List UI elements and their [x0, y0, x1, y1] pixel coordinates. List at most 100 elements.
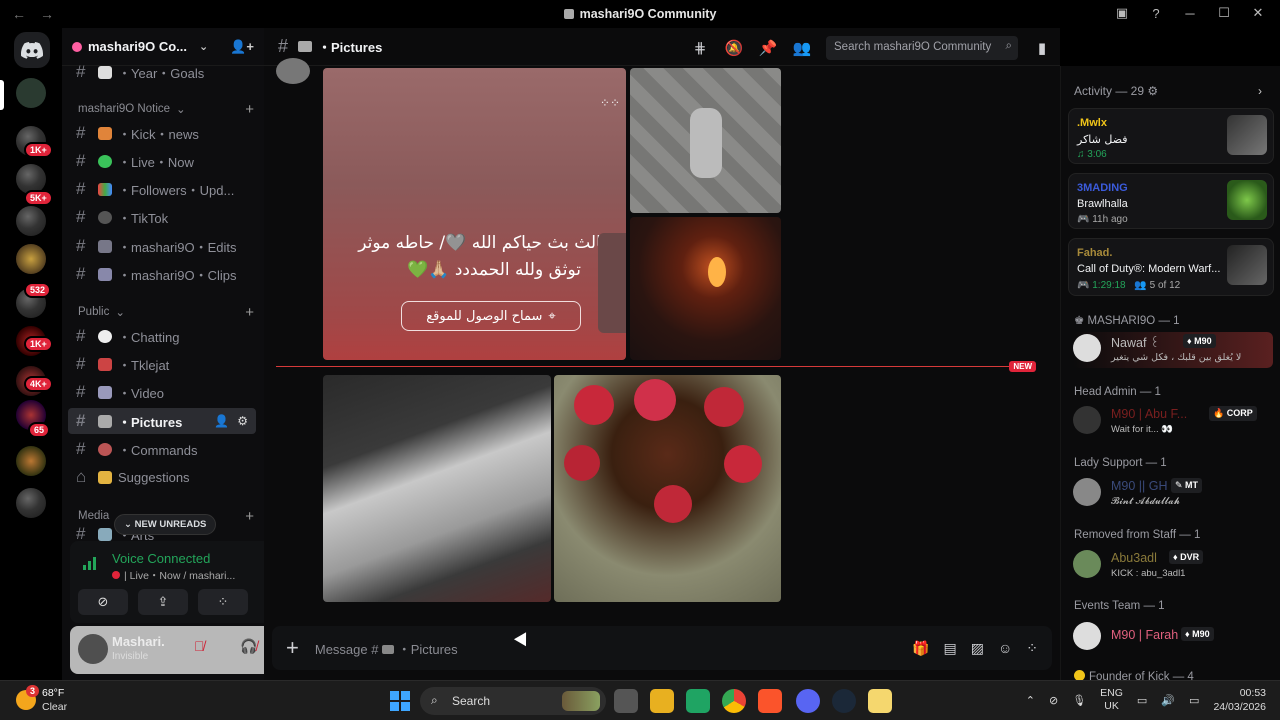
chrome-icon[interactable] — [722, 689, 746, 713]
discord-taskbar-icon[interactable] — [796, 689, 820, 713]
member-item[interactable]: Nawaf ꒰ ♦ M90 ﻻ ﻳُﻐﻠﻖ ﺑﻴﻦ ﻗﻠﺒﻚ ، ﻓﻜﻞ ﺷﻲ … — [1073, 332, 1273, 368]
channel-emoji-icon — [98, 527, 112, 541]
member-item[interactable]: M90 || GH ✎ MT 𝓑𝓲𝓷𝓽 𝓐𝓫𝓭𝓾𝓵𝓵𝓪𝓱 — [1073, 476, 1273, 512]
display-icon[interactable]: ▭ — [1137, 694, 1147, 707]
activities-button[interactable]: ⁘ — [198, 589, 248, 615]
attach-plus-icon[interactable]: + — [286, 635, 299, 661]
image-attachment[interactable] — [554, 375, 781, 602]
file-explorer-icon[interactable] — [650, 689, 674, 713]
inbox-icon[interactable]: ▣ — [1114, 5, 1130, 21]
channel-suggestions[interactable]: ⌂ Suggestions — [68, 464, 256, 490]
threads-icon[interactable]: ⋕ — [690, 38, 710, 58]
channel-chatting[interactable]: # ・Chatting — [68, 323, 256, 349]
message-composer[interactable]: + Message # ・Pictures 🎁 ▤ ▨ ☺ ⁘ — [272, 626, 1052, 670]
role-tag: ♦ M90 — [1181, 627, 1214, 641]
activity-header[interactable]: Activity — 29 ⚙ › — [1074, 84, 1262, 98]
channel-edits[interactable]: # ・mashari9O・Edits — [68, 233, 256, 259]
volume-icon[interactable]: 🔊 — [1161, 694, 1175, 707]
server-folder-icon[interactable] — [16, 206, 46, 236]
gear-icon[interactable]: ⚙ — [237, 414, 248, 428]
discord-home-button[interactable] — [14, 32, 50, 68]
new-unreads-button[interactable]: ⌄ NEW UNREADS — [114, 514, 217, 535]
emoji-icon[interactable]: ☺ — [998, 640, 1012, 657]
mic-muted-icon[interactable]: 🎙̸ — [194, 638, 205, 654]
clock[interactable]: 00:53 24/03/2026 — [1213, 686, 1266, 714]
close-icon[interactable]: ✕ — [1250, 5, 1266, 21]
image-attachment[interactable] — [630, 217, 781, 360]
microphone-icon[interactable]: 🎙 — [1072, 694, 1086, 707]
screen-share-button[interactable]: ⇪ — [138, 589, 188, 615]
network-off-icon[interactable]: ⊘ — [1049, 694, 1058, 707]
brave-icon[interactable] — [758, 689, 782, 713]
signal-icon[interactable] — [82, 555, 100, 574]
image-attachment[interactable] — [323, 375, 551, 602]
steam-icon[interactable] — [832, 689, 856, 713]
activity-card[interactable]: Fahad. Call of Duty®: Modern Warf... 🎮 1… — [1068, 238, 1274, 296]
app-icon[interactable] — [868, 689, 892, 713]
maximize-icon[interactable]: ☐ — [1216, 5, 1232, 21]
avatar[interactable] — [78, 634, 108, 664]
activity-card[interactable]: .Mwlx فضل شاكر ♫ 3:06 — [1068, 108, 1274, 164]
voice-channel-label[interactable]: | Live・Now / mashari... — [112, 568, 235, 583]
channel-year-goals[interactable]: # ・Year・Goals — [68, 59, 256, 85]
battery-icon[interactable]: ▭ — [1189, 694, 1199, 707]
minimize-icon[interactable]: ─ — [1182, 5, 1198, 21]
sticker-icon[interactable]: ▨ — [971, 640, 984, 657]
avatar — [1073, 622, 1101, 650]
server-icon[interactable] — [16, 488, 46, 518]
image-attachment[interactable]: ⁘⁘ ثالث بث حياكم الله 🩶/ حاطه موثر توثق … — [323, 68, 626, 360]
apps-icon[interactable]: ⁘ — [1026, 640, 1038, 657]
channel-emoji-icon — [98, 239, 112, 253]
channel-commands[interactable]: # ・Commands — [68, 436, 256, 462]
channel-pictures[interactable]: # ・Pictures 👤 ⚙ — [68, 408, 256, 434]
app-icon[interactable] — [686, 689, 710, 713]
invite-icon[interactable]: 👤 — [214, 414, 229, 428]
search-input[interactable]: Search mashari9O Community ⌕ — [826, 36, 1018, 60]
gift-icon[interactable]: 🎁 — [912, 640, 929, 657]
avatar[interactable] — [276, 58, 310, 84]
notifications-muted-icon[interactable]: 🔕 — [724, 38, 744, 58]
help-icon[interactable]: ? — [1148, 5, 1164, 21]
direct-messages-icon[interactable] — [16, 78, 46, 108]
username[interactable]: Mashari. — [112, 634, 165, 649]
channel-emoji-icon — [98, 267, 112, 281]
task-view-icon[interactable] — [614, 689, 638, 713]
chevron-right-icon[interactable]: › — [1258, 84, 1262, 98]
channel-tklejat[interactable]: # ・Tklejat — [68, 351, 256, 377]
member-list-icon[interactable]: 👥 — [792, 38, 812, 58]
activity-card[interactable]: 3MADING Brawlhalla 🎮 11h ago — [1068, 173, 1274, 229]
server-folder-icon[interactable] — [16, 446, 46, 476]
grid-icon: ⁘⁘ — [599, 96, 620, 110]
server-folder-icon[interactable] — [16, 244, 46, 274]
channel-kick-news[interactable]: # ・Kick・news — [68, 120, 256, 146]
chevron-down-icon[interactable]: ⌄ — [199, 40, 208, 53]
pin-icon[interactable]: 📌 — [758, 38, 778, 58]
member-item[interactable]: Abu3adl ♦ DVR KICK : abu_3adl1 — [1073, 548, 1273, 584]
channel-tiktok[interactable]: # ・TikTok — [68, 204, 256, 230]
member-list: Activity — 29 ⚙ › .Mwlx فضل شاكر ♫ 3:06 3… — [1060, 66, 1280, 683]
gif-icon[interactable]: ▤ — [944, 640, 957, 657]
taskbar-search[interactable]: ⌕ Search — [420, 687, 606, 715]
headphones-deafened-icon[interactable]: 🎧̸ — [240, 638, 257, 655]
image-attachment[interactable] — [630, 68, 781, 213]
language-indicator[interactable]: ENG UK — [1100, 687, 1123, 713]
add-channel-icon[interactable]: + — [245, 101, 254, 118]
invite-people-icon[interactable]: 👤+ — [230, 39, 254, 55]
voice-connected-label[interactable]: Voice Connected — [112, 551, 210, 566]
add-channel-icon[interactable]: + — [245, 508, 254, 525]
member-item[interactable]: M90 | Farah ♦ M90 — [1073, 620, 1273, 656]
channel-video[interactable]: # ・Video — [68, 379, 256, 405]
category-notice[interactable]: mashari9O Notice ⌄ + — [78, 100, 254, 118]
add-channel-icon[interactable]: + — [245, 304, 254, 321]
channel-live-now[interactable]: # ・Live・Now — [68, 148, 256, 174]
channel-followers-updates[interactable]: # ・Followers・Upd... — [68, 176, 256, 202]
category-public[interactable]: Public ⌄ + — [78, 303, 254, 321]
member-item[interactable]: M90 | Abu F... 🔥 CORP Wait for it... 👀 — [1073, 404, 1273, 440]
windows-start-icon[interactable] — [390, 691, 410, 711]
channel-clips[interactable]: # ・mashari9O・Clips — [68, 261, 256, 287]
camera-off-button[interactable]: ⊘ — [78, 589, 128, 615]
chevron-up-icon[interactable]: ⌃ — [1026, 694, 1035, 707]
inbox-icon[interactable]: ▮ — [1032, 38, 1052, 58]
gear-icon[interactable]: ⚙ — [1147, 84, 1158, 98]
message-input[interactable]: Message # ・Pictures — [315, 639, 458, 658]
